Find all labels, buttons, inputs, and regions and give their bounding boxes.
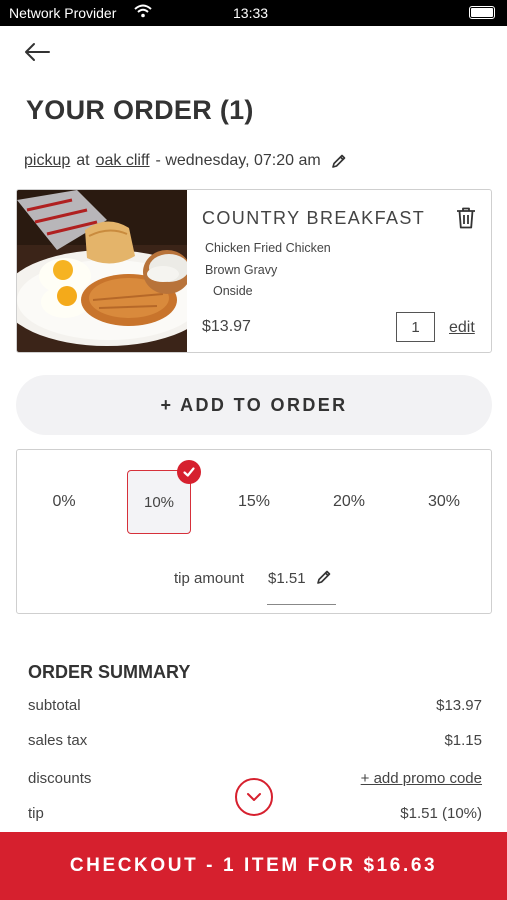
item-modifier: Brown Gravy — [205, 263, 278, 277]
tip-option-0[interactable]: 0% — [32, 470, 96, 534]
tip-option-20[interactable]: 20% — [317, 470, 381, 534]
pickup-info: pickup at oak cliff - wednesday, 07:20 a… — [24, 152, 347, 170]
carrier-label: Network Provider — [9, 5, 117, 21]
scroll-down-button[interactable] — [235, 778, 273, 816]
add-promo-code-link[interactable]: + add promo code — [361, 770, 482, 787]
summary-label: discounts — [28, 770, 92, 787]
edit-item-link[interactable]: edit — [449, 319, 475, 337]
tip-card: 0% 10% 15% 20% 30% tip amount $1.51 — [16, 449, 492, 614]
tip-option-15[interactable]: 15% — [222, 470, 286, 534]
checkout-button[interactable]: CHECKOUT - 1 ITEM FOR $16.63 — [0, 832, 507, 900]
summary-value: $13.97 — [436, 697, 482, 714]
order-item-card: COUNTRY BREAKFAST Chicken Fried Chicken … — [16, 189, 492, 353]
chevron-down-icon — [247, 793, 261, 801]
battery-icon — [469, 6, 495, 19]
item-modifier: Onside — [213, 284, 253, 298]
tip-amount-label: tip amount — [174, 570, 245, 587]
quantity-field[interactable]: 1 — [396, 312, 435, 342]
pickup-mode-link[interactable]: pickup — [24, 152, 70, 170]
tip-input-underline — [267, 604, 336, 605]
summary-title: ORDER SUMMARY — [28, 662, 191, 682]
item-name: COUNTRY BREAKFAST — [202, 208, 426, 228]
location-link[interactable]: oak cliff — [96, 152, 150, 170]
at-label: at — [76, 152, 90, 169]
arrow-left-icon — [25, 43, 50, 61]
status-bar: Network Provider 13:33 — [0, 0, 507, 26]
add-to-order-button[interactable]: + ADD TO ORDER — [16, 375, 492, 435]
summary-value: $1.15 — [444, 732, 482, 749]
back-button[interactable] — [22, 40, 52, 64]
wifi-icon — [134, 4, 152, 21]
tip-amount-input[interactable]: $1.51 — [268, 570, 306, 587]
tip-option-30[interactable]: 30% — [412, 470, 476, 534]
pencil-icon[interactable] — [331, 153, 347, 169]
summary-value: $1.51 (10%) — [400, 805, 482, 822]
pickup-time: - wednesday, 07:20 am — [155, 152, 321, 169]
pencil-icon[interactable] — [316, 569, 332, 590]
check-icon — [177, 460, 201, 484]
item-price: $13.97 — [202, 318, 251, 335]
summary-label: sales tax — [28, 732, 88, 749]
item-photo — [17, 190, 187, 352]
clock: 13:33 — [233, 5, 269, 21]
page-title: YOUR ORDER (1) — [26, 95, 254, 125]
summary-label: tip — [28, 805, 44, 822]
summary-label: subtotal — [28, 697, 81, 714]
item-modifier: Chicken Fried Chicken — [205, 241, 331, 255]
trash-icon[interactable] — [455, 206, 477, 235]
